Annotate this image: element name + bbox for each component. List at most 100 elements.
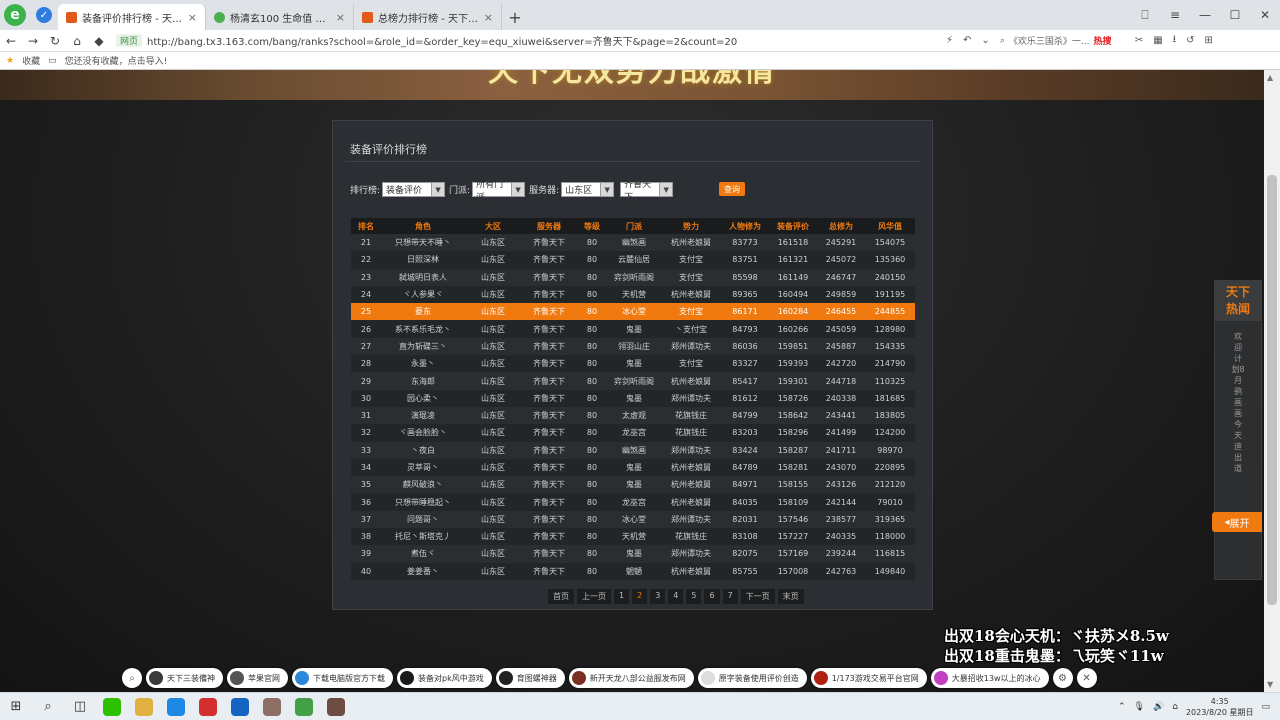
table-row[interactable]: 39 煮伍ヾ 山东区 齐鲁天下 80 鬼墨 郑州谭功夫 82075 157169 239244 11… (351, 545, 915, 563)
minimize-icon[interactable]: — (1190, 8, 1220, 22)
page-link[interactable]: 末页 (777, 589, 804, 604)
close-icon[interactable]: × (484, 11, 493, 24)
table-row[interactable]: 25 菱东 山东区 齐鲁天下 80 冰心堂 支付宝 86171 160284 246455 2448… (351, 303, 915, 321)
close-icon[interactable]: × (336, 11, 345, 24)
scroll-down-icon[interactable]: ▼ (1267, 680, 1273, 689)
page-link[interactable]: 5 (686, 589, 702, 604)
table-row[interactable]: 38 托尼丶斯塔克丿 山东区 齐鲁天下 80 天机营 花旗钱庄 83108 157227 2403… (351, 528, 915, 546)
shortcut-chip[interactable]: 天下三装備神 (146, 668, 223, 688)
pin-icon[interactable]: ⎕ (1130, 8, 1160, 23)
table-row[interactable]: 26 系不系乐毛龙丶 山东区 齐鲁天下 80 鬼墨 丶支付宝 84793 160266 24505… (351, 320, 915, 338)
microphone-icon[interactable]: 🎙 (1134, 702, 1145, 712)
new-tab-button[interactable]: + (502, 4, 528, 30)
page-scrollbar[interactable]: ▲ ▼ (1264, 70, 1280, 692)
green-app-icon[interactable] (288, 693, 320, 720)
tab-item-stats[interactable]: 杨清玄100 生命值 + 3843 力 - × (206, 4, 354, 30)
table-row[interactable]: 37 问题哥丶 山东区 齐鲁天下 80 冰心堂 郑州谭功夫 82031 157546 238577… (351, 510, 915, 529)
widget-heading[interactable]: 天下 热闻 (1215, 281, 1261, 321)
page-link[interactable]: 上一页 (577, 589, 611, 604)
school-select[interactable]: 所有门派 ▼ (472, 180, 526, 203)
table-row[interactable]: 36 只想带睡稳起丶 山东区 齐鲁天下 80 龙巫宫 杭州老娘舅 84035 158109 242… (351, 493, 915, 511)
table-row[interactable]: 24 ヾ人参果ヾ 山东区 齐鲁天下 80 天机营 杭州老娘舅 89365 160494 24985… (351, 285, 915, 304)
back-icon[interactable]: ← (0, 34, 22, 48)
forward-icon[interactable]: → (22, 34, 44, 48)
scroll-up-icon[interactable]: ▲ (1267, 73, 1273, 82)
shortcut-chip[interactable]: 装备对pk风中游戏 (397, 668, 492, 688)
undo-icon[interactable]: ↺ (1186, 35, 1194, 46)
reload-icon[interactable]: ↻ (44, 34, 66, 48)
page-link[interactable]: 下一页 (740, 589, 775, 604)
shortcut-chip[interactable]: 育图螺神器 (495, 668, 565, 688)
settings-icon[interactable]: ⚙ (1052, 668, 1073, 688)
shortcut-chip[interactable]: 苹果官网 (227, 668, 288, 688)
table-row[interactable]: 33 丶夜白 山东区 齐鲁天下 80 幽煞画 郑州谭功夫 83424 158287 241711 9… (351, 441, 915, 459)
page-link[interactable]: 首页 (548, 589, 574, 604)
page-link[interactable]: 4 (668, 589, 684, 604)
chevron-up-icon[interactable]: ⌃ (1118, 702, 1126, 712)
shortcut-chip[interactable]: 下载电脑版官方下载 (292, 668, 393, 688)
recorder-app-icon[interactable] (192, 693, 224, 720)
expand-button[interactable]: ◂ 展开 (1212, 512, 1262, 532)
maximize-icon[interactable]: ☐ (1220, 8, 1250, 22)
page-link[interactable]: 7 (722, 589, 738, 604)
page-link[interactable]: 2 (632, 589, 648, 604)
table-row[interactable]: 28 永墨丶 山东区 齐鲁天下 80 鬼墨 支付宝 83327 159393 242720 2147… (351, 355, 915, 373)
url-input[interactable]: 网页 http://bang.tx3.163.com/bang/ranks?sc… (116, 32, 936, 50)
bookmarks-label[interactable]: 收藏 (22, 54, 40, 67)
close-icon[interactable]: × (188, 11, 197, 24)
k-app-icon[interactable] (224, 693, 256, 720)
table-row[interactable]: 22 日照深林 山东区 齐鲁天下 80 云麓仙居 支付宝 83751 161321 245072 1… (351, 251, 915, 269)
tab-rank-page[interactable]: 装备评价排行榜 - 天下3官方 × (58, 4, 206, 30)
chevron-down-icon[interactable]: ⌄ (981, 35, 989, 46)
page-link[interactable]: 1 (614, 589, 630, 604)
bookmarks-import-link[interactable]: 您还没有收藏，点击导入! (65, 54, 168, 67)
table-row[interactable]: 34 灵萃哥丶 山东区 齐鲁天下 80 鬼墨 杭州老娘舅 84789 158281 243070 2… (351, 458, 915, 477)
shortcut-chip[interactable]: 原字装备使用评价创造 (697, 668, 807, 688)
back-arrow-icon[interactable]: ↶ (963, 35, 971, 46)
shield-icon[interactable]: ◆ (88, 34, 110, 48)
region-select[interactable]: 山东区 ▼ (561, 182, 615, 197)
browser-menu-icon[interactable]: ✓ (36, 7, 52, 23)
search-input[interactable]: ⌕ 《欢乐三国杀》一... 热搜 (1000, 34, 1125, 48)
game3-app-icon[interactable] (320, 693, 352, 720)
shortcut-chip[interactable]: 新开天龙八部公益服发布网 (568, 668, 694, 688)
network-icon[interactable]: ⌂ (1172, 702, 1178, 712)
search-icon[interactable]: ⌕ (32, 693, 64, 720)
tab-total-rank[interactable]: 总榜力排行榜 - 天下3官方网站 × (354, 4, 502, 30)
table-row[interactable]: 29 东海郎 山东区 齐鲁天下 80 弈剑听雨阁 杭州老娘舅 85417 159301 24471… (351, 372, 915, 390)
home-icon[interactable]: ⌂ (66, 34, 88, 48)
grid-icon[interactable]: ⊞ (1205, 35, 1213, 46)
table-row[interactable]: 27 直为斩碟三丶 山东区 齐鲁天下 80 翎羽山庄 郑州谭功夫 86036 159851 245… (351, 337, 915, 356)
table-row[interactable]: 40 姜姜番丶 山东区 齐鲁天下 80 魍魉 杭州老娘舅 85755 157008 242763 1… (351, 562, 915, 580)
close-window-icon[interactable]: ✕ (1250, 8, 1280, 22)
shortcut-chip[interactable]: 1/173游戏交易平台官网 (810, 668, 927, 688)
menu-icon[interactable]: ≡ (1160, 8, 1190, 22)
query-button[interactable]: 查询 (719, 182, 745, 196)
table-row[interactable]: 21 只想带天不睡丶 山东区 齐鲁天下 80 幽煞画 杭州老娘舅 83773 161518 245… (351, 234, 915, 252)
game2-app-icon[interactable] (256, 693, 288, 720)
table-row[interactable]: 23 弑城明日表人 山东区 齐鲁天下 80 弈剑听雨阁 支付宝 85598 161149 2467… (351, 268, 915, 286)
scissors-icon[interactable]: ✂ (1135, 35, 1143, 46)
page-link[interactable]: 6 (704, 589, 720, 604)
rank-type-select[interactable]: 装备评价 ▼ (382, 182, 446, 197)
task-view-icon[interactable]: ◫ (64, 693, 96, 720)
table-row[interactable]: 35 麒风破浪丶 山东区 齐鲁天下 80 鬼墨 杭州老娘舅 84971 158155 243126… (351, 476, 915, 494)
scrollbar-thumb[interactable] (1267, 175, 1277, 605)
table-row[interactable]: 31 演琨凌 山东区 齐鲁天下 80 太虚观 花旗钱庄 84799 158642 243441 18… (351, 406, 915, 425)
server-select[interactable]: 齐鲁天下 ▼ (620, 180, 674, 203)
page-link[interactable]: 3 (650, 589, 666, 604)
browser-app-icon[interactable] (160, 693, 192, 720)
close-icon[interactable]: ✕ (1076, 668, 1097, 688)
wechat-app-icon[interactable] (96, 693, 128, 720)
volume-icon[interactable]: 🔊 (1153, 702, 1164, 712)
table-row[interactable]: 30 园心柔丶 山东区 齐鲁天下 80 鬼墨 郑州谭功夫 81612 158726 240338 1… (351, 389, 915, 407)
notification-icon[interactable]: ▭ (1261, 702, 1270, 712)
search-icon[interactable]: ⌕ (122, 668, 142, 688)
shortcut-chip[interactable]: 大暴招收13w以上的冰心 (930, 668, 1049, 688)
download-icon[interactable]: ⭳ (1173, 32, 1177, 49)
windows-start-icon[interactable]: ⊞ (0, 693, 32, 720)
apps-icon[interactable]: ▦ (1153, 35, 1162, 46)
table-row[interactable]: 32 ヾ画会脸脸丶 山东区 齐鲁天下 80 龙巫宫 花旗钱庄 83203 158296 24149… (351, 424, 915, 442)
lightning-icon[interactable]: ⚡ (946, 35, 953, 46)
clock[interactable]: 4:35 2023/8/20 星期日 (1186, 696, 1254, 718)
